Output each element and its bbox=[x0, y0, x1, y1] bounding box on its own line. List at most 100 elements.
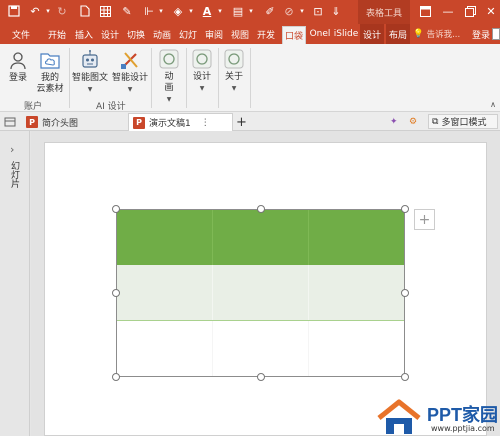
tab-design[interactable]: 设计 bbox=[98, 24, 122, 44]
brush-icon[interactable]: ✐ bbox=[262, 3, 278, 19]
about-button[interactable]: 关于 ▼ bbox=[221, 46, 247, 94]
animation-label-line1: 动 bbox=[164, 72, 174, 82]
shape-dropdown-icon[interactable]: ▾ bbox=[294, 3, 310, 19]
lightbulb-icon: 💡 bbox=[413, 29, 424, 39]
cloud-material-label-line2: 云素材 bbox=[36, 84, 64, 94]
smart-design-button[interactable]: 智能设计 ▼ bbox=[111, 49, 149, 95]
tab-table-layout[interactable]: 布局 bbox=[386, 24, 410, 44]
group-account-label: 账户 bbox=[24, 102, 43, 112]
redo-icon[interactable]: ↻ bbox=[54, 3, 70, 19]
resize-handle-bottom-right[interactable] bbox=[401, 373, 409, 381]
pen-icon[interactable]: ✎ bbox=[119, 3, 135, 19]
design-button[interactable]: 设计 ▼ bbox=[189, 46, 215, 94]
minimize-icon[interactable]: — bbox=[440, 3, 456, 19]
tab-list-icon[interactable] bbox=[4, 113, 20, 131]
doc-tab-intro[interactable]: P 简介头图 bbox=[24, 113, 126, 131]
pptjia-logo: PPT家园 www.pptjia.com bbox=[375, 398, 500, 436]
tab-slideshow[interactable]: 幻灯 bbox=[176, 24, 200, 44]
cloud-material-label-line1: 我的 bbox=[40, 73, 59, 83]
tab-pocket[interactable]: 口袋 bbox=[282, 26, 306, 44]
animation-label-line2: 画 bbox=[164, 83, 174, 93]
tab-home[interactable]: 开始 bbox=[44, 24, 70, 44]
about-icon bbox=[223, 48, 245, 70]
user-icon bbox=[7, 49, 29, 71]
group-separator bbox=[186, 48, 187, 108]
multi-window-button[interactable]: ⧉ 多窗口模式 bbox=[428, 114, 498, 129]
group-separator bbox=[69, 48, 70, 108]
group-separator bbox=[250, 48, 251, 108]
tab-animations[interactable]: 动画 bbox=[150, 24, 174, 44]
login-button[interactable]: 登录 bbox=[5, 49, 31, 84]
tell-me-search[interactable]: 💡 告诉我... bbox=[413, 24, 460, 44]
ribbon-options-icon[interactable] bbox=[417, 3, 433, 19]
chevron-down-icon: ▼ bbox=[87, 86, 93, 93]
add-element-button[interactable]: + bbox=[414, 209, 435, 230]
design-icon bbox=[191, 48, 213, 70]
select-icon[interactable]: ⊡ bbox=[310, 3, 326, 19]
tab-islide[interactable]: iSlide bbox=[334, 24, 358, 44]
tab-transitions[interactable]: 切换 bbox=[124, 24, 148, 44]
smart-text-button[interactable]: 智能图文 ▼ bbox=[71, 49, 109, 95]
watermark-url: www.pptjia.com bbox=[431, 424, 495, 433]
house-logo-icon bbox=[377, 399, 421, 434]
multi-window-label: 多窗口模式 bbox=[441, 118, 487, 128]
settings-gear-icon[interactable]: ⚙ bbox=[409, 114, 423, 129]
group-separator bbox=[218, 48, 219, 108]
save-icon[interactable] bbox=[6, 3, 22, 19]
group-separator bbox=[151, 48, 152, 108]
animation-button[interactable]: 动 画 ▼ bbox=[156, 46, 182, 105]
powerpoint-icon: P bbox=[26, 116, 38, 128]
smart-text-label: 智能图文 bbox=[71, 73, 108, 83]
resize-handle-left[interactable] bbox=[112, 289, 120, 297]
fill-dropdown-icon[interactable]: ▾ bbox=[183, 3, 199, 19]
doc-tab-label: 演示文稿1 bbox=[149, 119, 191, 129]
doc-tab-presentation1[interactable]: P 演示文稿1 ⋮ bbox=[128, 113, 233, 131]
sign-in-link[interactable]: 登录 bbox=[472, 24, 490, 44]
tab-table-design[interactable]: 设计 bbox=[360, 24, 384, 44]
tab-file[interactable]: 文件 bbox=[6, 24, 36, 44]
resize-handle-top-left[interactable] bbox=[112, 205, 120, 213]
magic-icon[interactable]: ✦ bbox=[390, 114, 404, 129]
powerpoint-icon: P bbox=[133, 116, 145, 129]
paste-dropdown-icon[interactable]: ▾ bbox=[243, 3, 259, 19]
resize-handle-bottom[interactable] bbox=[257, 373, 265, 381]
tab-review[interactable]: 审阅 bbox=[202, 24, 226, 44]
tab-onekey[interactable]: Onel bbox=[308, 24, 332, 44]
cloud-material-button[interactable]: 我的 云素材 bbox=[34, 49, 66, 95]
robot-icon bbox=[79, 49, 101, 71]
resize-handle-bottom-left[interactable] bbox=[112, 373, 120, 381]
chevron-down-icon: ▼ bbox=[127, 86, 133, 93]
restore-icon[interactable] bbox=[462, 3, 478, 19]
new-doc-icon[interactable] bbox=[77, 3, 93, 19]
tab-insert[interactable]: 插入 bbox=[72, 24, 96, 44]
table-tools-label: 表格工具 bbox=[358, 0, 410, 24]
about-label: 关于 bbox=[224, 72, 243, 82]
animation-icon bbox=[158, 48, 180, 70]
title-bar: ↶ ▾ ↻ ✎ ⊩ ▾ ◈ ▾ A ▾ ▤ ▾ ✐ ⊘ ▾ ⊡ ⇓ 表格工具 —… bbox=[0, 0, 500, 24]
font-color-dropdown-icon[interactable]: ▾ bbox=[212, 3, 228, 19]
group-ai-label: AI 设计 bbox=[96, 102, 126, 112]
ribbon-panel: 登录 我的 云素材 账户 智能图文 ▼ 智能设计 ▼ AI 设计 动 画 ▼ 设… bbox=[0, 44, 500, 112]
customize-qat-icon[interactable]: ⇓ bbox=[328, 3, 344, 19]
tab-view[interactable]: 视图 bbox=[228, 24, 252, 44]
grid-icon[interactable] bbox=[97, 3, 113, 19]
close-icon[interactable]: ✕ bbox=[483, 3, 499, 19]
expand-pane-icon[interactable]: › bbox=[10, 143, 14, 156]
resize-handle-right[interactable] bbox=[401, 289, 409, 297]
folder-cloud-icon bbox=[39, 49, 61, 71]
ribbon-tabs: 文件 开始 插入 设计 切换 动画 幻灯 审阅 视图 开发 口袋 Onel iS… bbox=[0, 24, 500, 44]
more-options-icon[interactable]: ⋮ bbox=[201, 118, 210, 128]
window-icon: ⧉ bbox=[432, 116, 439, 127]
design-tools-icon bbox=[119, 49, 141, 71]
tab-developer[interactable]: 开发 bbox=[254, 24, 278, 44]
collapse-ribbon-icon[interactable]: ∧ bbox=[490, 100, 496, 109]
tabs-scroll-right[interactable] bbox=[492, 28, 500, 40]
doc-tab-label: 简介头图 bbox=[42, 118, 79, 129]
smart-design-label: 智能设计 bbox=[111, 73, 148, 83]
align-dropdown-icon[interactable]: ▾ bbox=[153, 3, 169, 19]
login-label: 登录 bbox=[8, 73, 27, 83]
new-tab-icon[interactable]: + bbox=[236, 113, 248, 131]
resize-handle-top[interactable] bbox=[257, 205, 265, 213]
document-tab-bar: P 简介头图 P 演示文稿1 ⋮ + ✦ ⚙ ⧉ 多窗口模式 bbox=[0, 112, 500, 131]
resize-handle-top-right[interactable] bbox=[401, 205, 409, 213]
